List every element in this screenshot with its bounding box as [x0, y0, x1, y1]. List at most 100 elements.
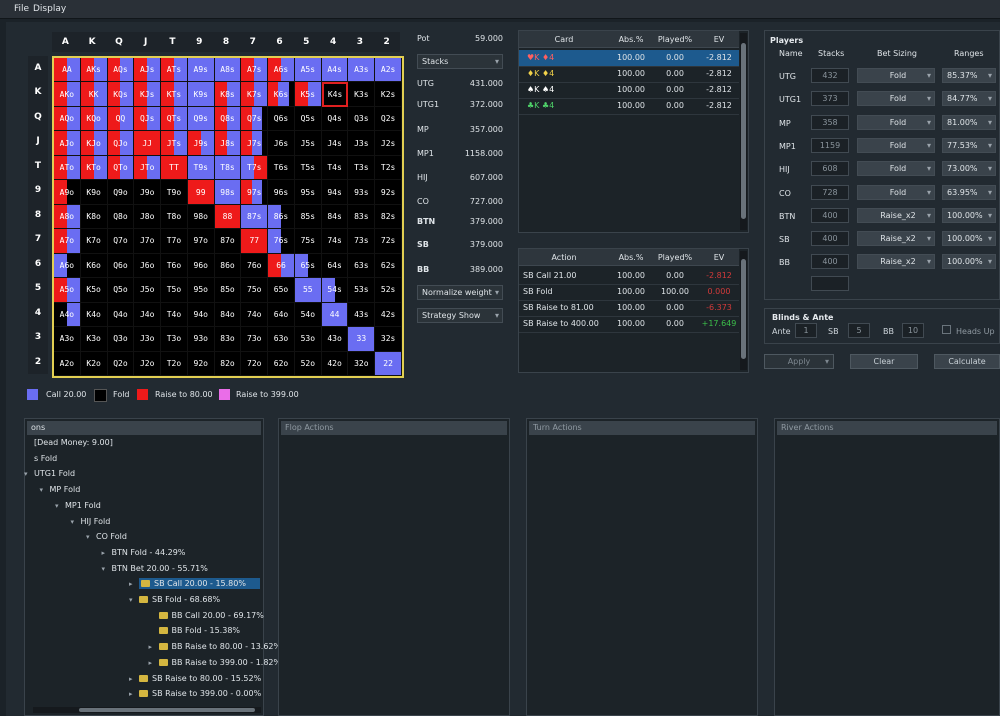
hand-cell[interactable]: 88 — [214, 204, 242, 230]
tree-node[interactable]: BB Raise to 399.00 - 1.82% — [158, 658, 281, 667]
player-stack-input[interactable]: 728 — [811, 184, 849, 200]
hand-cell[interactable]: 77 — [241, 229, 269, 254]
player-stack-input[interactable]: 400 — [811, 207, 849, 223]
player-stack-input[interactable]: 400 — [811, 231, 849, 247]
hand-cell[interactable]: K3o — [80, 327, 108, 352]
hand-cell[interactable]: Q7s — [241, 106, 269, 132]
player-range-dropdown[interactable]: 100.00% — [942, 231, 996, 247]
hand-cell[interactable]: 99 — [187, 180, 215, 205]
stacks-dropdown[interactable]: Stacks — [417, 54, 503, 69]
hand-cell[interactable]: 83s — [348, 204, 376, 230]
hand-cell[interactable]: K5s — [294, 82, 322, 107]
player-range-dropdown[interactable]: 81.00% — [942, 114, 996, 130]
strategy-show-dropdown[interactable]: Strategy Show — [417, 308, 503, 323]
hand-cell[interactable]: 74o — [241, 302, 269, 328]
card-table-scroll-thumb[interactable] — [741, 43, 746, 219]
hand-cell[interactable]: T9s — [187, 155, 215, 181]
tree-hscroll-thumb[interactable] — [79, 708, 255, 712]
hand-cell[interactable]: KK — [80, 82, 108, 107]
heads-up-checkbox[interactable] — [942, 325, 951, 334]
hand-cell[interactable]: 76o — [241, 253, 269, 279]
hand-cell[interactable]: T2s — [375, 155, 402, 181]
hand-cell[interactable]: T2o — [161, 351, 188, 376]
tree-node[interactable]: SB Call 20.00 - 15.80% — [139, 578, 260, 590]
action-table-row[interactable]: SB Raise to 81.00 100.00 0.00 -6.373 — [519, 300, 739, 317]
hand-cell[interactable]: J7o — [134, 229, 162, 254]
hand-cell[interactable]: AJs — [134, 58, 162, 83]
hand-cell[interactable]: T8o — [161, 204, 188, 230]
calculate-button[interactable]: Calculate — [934, 354, 1000, 369]
hand-cell[interactable]: Q7o — [107, 229, 135, 254]
action-col-header[interactable]: Action — [519, 253, 609, 262]
hand-cell[interactable]: 74s — [321, 229, 349, 254]
hand-cell[interactable]: 33 — [348, 327, 376, 352]
hand-cell[interactable]: 93o — [187, 327, 215, 352]
hand-cell[interactable]: 93s — [348, 180, 376, 205]
tree-node[interactable]: BB Raise to 80.00 - 13.62% — [158, 642, 281, 651]
hand-cell[interactable]: KTo — [80, 155, 108, 181]
hand-cell[interactable]: T5s — [294, 155, 322, 181]
hand-cell[interactable]: 72o — [241, 351, 269, 376]
hand-cell[interactable]: A7o — [54, 229, 81, 254]
player-bet-sizing-dropdown[interactable]: Fold — [857, 68, 935, 83]
hand-cell[interactable]: Q5s — [294, 106, 322, 132]
expand-right-icon[interactable]: ▸ — [129, 675, 133, 683]
hand-cell[interactable]: Q3s — [348, 106, 376, 132]
hand-cell[interactable]: A6o — [54, 253, 81, 279]
hand-cell[interactable]: 95o — [187, 278, 215, 303]
tree-node[interactable]: SB Fold - 68.68% — [139, 595, 220, 604]
expand-down-icon[interactable]: ▾ — [40, 486, 44, 494]
hand-cell[interactable]: 63s — [348, 253, 376, 279]
hand-cell[interactable]: 55 — [294, 278, 322, 303]
player-bet-sizing-dropdown[interactable]: Fold — [857, 91, 935, 107]
hand-cell[interactable]: T8s — [214, 155, 242, 181]
action-abs-col-header[interactable]: Abs.% — [611, 253, 651, 262]
expand-right-icon[interactable]: ▸ — [129, 580, 133, 588]
hand-cell[interactable]: QTo — [107, 155, 135, 181]
hand-cell[interactable]: A3o — [54, 327, 81, 352]
hand-cell[interactable]: JTo — [134, 155, 162, 181]
hand-cell[interactable]: KQo — [80, 106, 108, 132]
hand-cell[interactable]: JTs — [161, 131, 188, 156]
hand-cell[interactable]: 44 — [321, 302, 349, 328]
tree-node[interactable]: UTG1 Fold — [34, 469, 75, 478]
menu-display[interactable]: Display — [33, 4, 66, 14]
tree-node[interactable]: CO Fold — [96, 532, 127, 541]
expand-down-icon[interactable]: ▾ — [86, 533, 90, 541]
hand-cell[interactable]: 42o — [321, 351, 349, 376]
action-played-col-header[interactable]: Played% — [653, 253, 697, 262]
hand-cell[interactable]: J7s — [241, 131, 269, 156]
hand-cell[interactable]: 82s — [375, 204, 402, 230]
tree-node[interactable]: SB Raise to 80.00 - 15.52% — [139, 674, 261, 683]
action-table-row[interactable]: SB Raise to 400.00 100.00 0.00 +17.649 — [519, 316, 739, 333]
hand-cell[interactable]: 54s — [321, 278, 349, 303]
hand-cell[interactable]: 62o — [268, 351, 295, 376]
player-range-dropdown[interactable]: 84.77% — [942, 91, 996, 107]
tree-node[interactable]: s Fold — [34, 454, 57, 463]
player-range-dropdown[interactable]: 77.53% — [942, 137, 996, 153]
hand-cell[interactable]: K7o — [80, 229, 108, 254]
hand-cell[interactable]: J6o — [134, 253, 162, 279]
tree-node[interactable]: BB Fold - 15.38% — [158, 626, 240, 635]
menu-file[interactable]: File — [14, 4, 29, 14]
hand-cell[interactable]: K9o — [80, 180, 108, 205]
hand-cell[interactable]: Q4o — [107, 302, 135, 328]
hand-cell[interactable]: 62s — [375, 253, 402, 279]
hand-cell[interactable]: 73o — [241, 327, 269, 352]
hand-cell[interactable]: Q2o — [107, 351, 135, 376]
player-stack-input[interactable]: 1159 — [811, 137, 849, 153]
expand-down-icon[interactable]: ▾ — [24, 470, 28, 478]
hand-cell[interactable]: T3s — [348, 155, 376, 181]
hand-cell[interactable]: ATs — [161, 58, 188, 83]
hand-cell[interactable]: QJs — [134, 106, 162, 132]
hand-cell[interactable]: J6s — [268, 131, 295, 156]
hand-cell[interactable]: JJ — [134, 131, 162, 156]
hand-cell[interactable]: 85s — [294, 204, 322, 230]
hand-cell[interactable]: AA — [54, 58, 81, 83]
hand-cell[interactable]: KQs — [107, 82, 135, 107]
hand-cell[interactable]: 75s — [294, 229, 322, 254]
hand-cell[interactable]: A3s — [348, 58, 376, 83]
hand-cell[interactable]: 32s — [375, 327, 402, 352]
hand-cell[interactable]: 52s — [375, 278, 402, 303]
player-stack-input[interactable]: 373 — [811, 91, 849, 107]
